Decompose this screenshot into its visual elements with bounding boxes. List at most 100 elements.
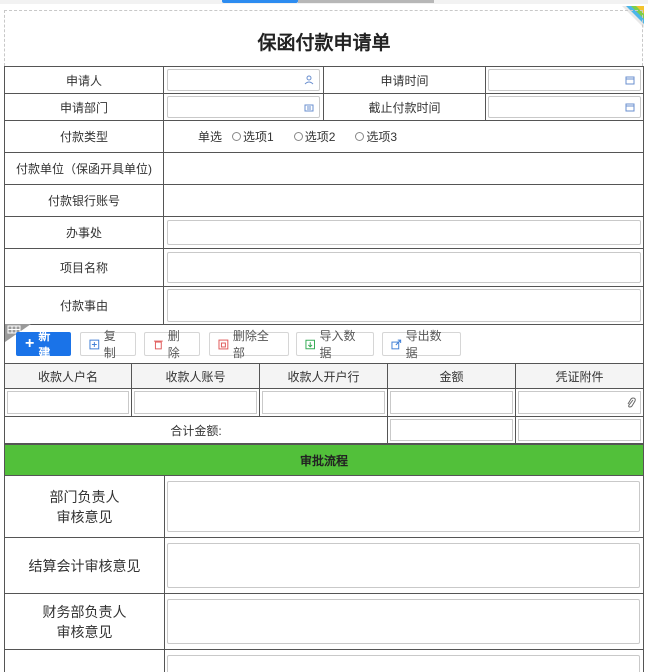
radio-option-2[interactable]: 选项2: [280, 128, 336, 145]
table-row: [4, 389, 644, 417]
apply-time-input[interactable]: [488, 69, 641, 91]
project-label-cell: 项目名称: [5, 249, 164, 286]
dept-cell: [164, 94, 324, 120]
applicant-label-cell: 申请人: [5, 67, 164, 93]
col-payee-name[interactable]: 收款人户名: [5, 364, 132, 388]
approval-row-accounting: 结算会计审核意见: [4, 538, 644, 594]
total-label-cell: 合计金额:: [5, 417, 388, 443]
office-label: 办事处: [65, 226, 102, 240]
pay-type-label: 付款类型: [59, 130, 108, 144]
amount-input[interactable]: [390, 391, 513, 414]
cell-voucher: [516, 389, 643, 416]
top-progress-bar: [0, 0, 648, 4]
paperclip-icon[interactable]: [626, 397, 636, 409]
payee-grid-header: 收款人户名 收款人账号 收款人开户行 金额 凭证附件: [4, 363, 644, 389]
copy-button[interactable]: 复制: [80, 329, 136, 360]
trash-all-icon: [218, 339, 229, 349]
delete-all-button-label: 删除全部: [232, 329, 269, 360]
calendar-icon[interactable]: [625, 102, 635, 112]
project-input[interactable]: [167, 252, 641, 283]
form-row-applicant: 申请人 申请时间: [5, 67, 643, 94]
total-label: 合计金额:: [170, 423, 222, 438]
project-label: 项目名称: [59, 261, 108, 275]
delete-button[interactable]: 删除: [144, 329, 200, 360]
approval-row-next: [4, 650, 644, 672]
import-button[interactable]: 导入数据: [296, 329, 374, 360]
bank-account-label: 付款银行账号: [47, 194, 120, 208]
dept-head-label-line2: 审核意见: [56, 508, 113, 525]
payee-account-input[interactable]: [134, 391, 257, 414]
radio-option-2-label: 选项2: [304, 130, 336, 144]
apply-time-cell: [486, 67, 643, 93]
radio-circle[interactable]: [232, 132, 242, 141]
grid-toolbar: + 新建 复制 删除 删除全部 导入数据 导出数据: [4, 324, 644, 364]
approval-row-dept-head: 部门负责人 审核意见: [4, 476, 644, 538]
col-payee-account[interactable]: 收款人账号: [132, 364, 260, 388]
accounting-opinion-input[interactable]: [167, 543, 640, 588]
cell-amount: [388, 389, 516, 416]
col-payee-bank[interactable]: 收款人开户行: [260, 364, 388, 388]
department-icon[interactable]: [304, 102, 314, 112]
payer-unit-label-cell: 付款单位（保函开具单位): [5, 153, 164, 184]
form-row-bank-account: 付款银行账号: [5, 185, 643, 217]
radio-option-3-label: 选项3: [366, 130, 398, 144]
form-row-payer-unit: 付款单位（保函开具单位): [5, 153, 643, 185]
voucher-input[interactable]: [518, 391, 641, 414]
form-row-pay-type: 付款类型 单选 选项1 选项2 选项3: [5, 121, 643, 153]
progress-segment-active: [222, 0, 298, 3]
form-row-project: 项目名称: [5, 249, 643, 287]
applicant-label: 申请人: [65, 73, 102, 88]
dept-head-label: 部门负责人 审核意见: [5, 476, 165, 537]
dept-head-opinion-input[interactable]: [167, 481, 640, 532]
reason-input[interactable]: [167, 289, 641, 322]
copy-icon: [89, 339, 100, 349]
total-row: 合计金额:: [4, 417, 644, 444]
plus-icon: +: [25, 335, 35, 352]
radio-option-1[interactable]: 选项1: [218, 128, 274, 145]
calendar-icon[interactable]: [625, 75, 635, 85]
approval-section-header: 审批流程: [4, 444, 644, 476]
copy-button-label: 复制: [103, 329, 116, 360]
cell-payee-account: [132, 389, 260, 416]
apply-time-label: 申请时间: [380, 73, 429, 88]
reason-label-cell: 付款事由: [5, 287, 164, 324]
approval-row-finance-head: 财务部负责人 审核意见: [4, 594, 644, 650]
application-form: 申请人 申请时间 申请部门 截止付款时间 付款类型 单选 选项1 选项2 选项3…: [4, 66, 644, 325]
page-title: 保函付款申请单: [257, 33, 391, 54]
radio-option-1-label: 选项1: [243, 130, 274, 144]
delete-button-label: 删除: [167, 329, 180, 360]
dept-head-label-line1: 部门负责人: [49, 488, 120, 505]
import-button-label: 导入数据: [319, 329, 356, 360]
office-input[interactable]: [167, 220, 641, 245]
bank-account-label-cell: 付款银行账号: [5, 185, 164, 216]
export-button[interactable]: 导出数据: [382, 329, 461, 360]
new-button[interactable]: + 新建: [16, 329, 71, 360]
radio-option-3[interactable]: 选项3: [341, 128, 397, 145]
total-extra-input[interactable]: [518, 419, 641, 441]
reason-label: 付款事由: [59, 299, 108, 313]
dept-label-cell: 申请部门: [5, 94, 164, 120]
delete-all-button[interactable]: 删除全部: [209, 329, 289, 360]
form-row-reason: 付款事由: [5, 287, 643, 325]
col-amount[interactable]: 金额: [388, 364, 516, 388]
new-button-label: 新建: [38, 329, 51, 360]
deadline-label: 截止付款时间: [368, 100, 441, 115]
finance-head-label-line2: 审核意见: [56, 623, 113, 640]
radio-circle[interactable]: [293, 132, 303, 141]
applicant-input[interactable]: [167, 69, 320, 91]
next-approval-input[interactable]: [167, 655, 640, 672]
trash-icon: [153, 340, 163, 349]
payee-bank-input[interactable]: [262, 391, 385, 414]
col-voucher[interactable]: 凭证附件: [516, 364, 643, 388]
import-icon: [305, 339, 315, 349]
radio-circle[interactable]: [355, 132, 365, 141]
pay-type-radio-group: 单选 选项1 选项2 选项3: [198, 121, 397, 152]
deadline-input[interactable]: [488, 96, 641, 118]
total-amount-input[interactable]: [390, 419, 513, 441]
dept-input[interactable]: [167, 96, 320, 118]
payee-name-input[interactable]: [7, 391, 129, 414]
user-icon[interactable]: [304, 75, 314, 85]
payer-unit-label: 付款单位（保函开具单位): [16, 162, 152, 176]
finance-head-opinion-input[interactable]: [167, 599, 640, 644]
dept-label: 申请部门: [59, 100, 108, 115]
